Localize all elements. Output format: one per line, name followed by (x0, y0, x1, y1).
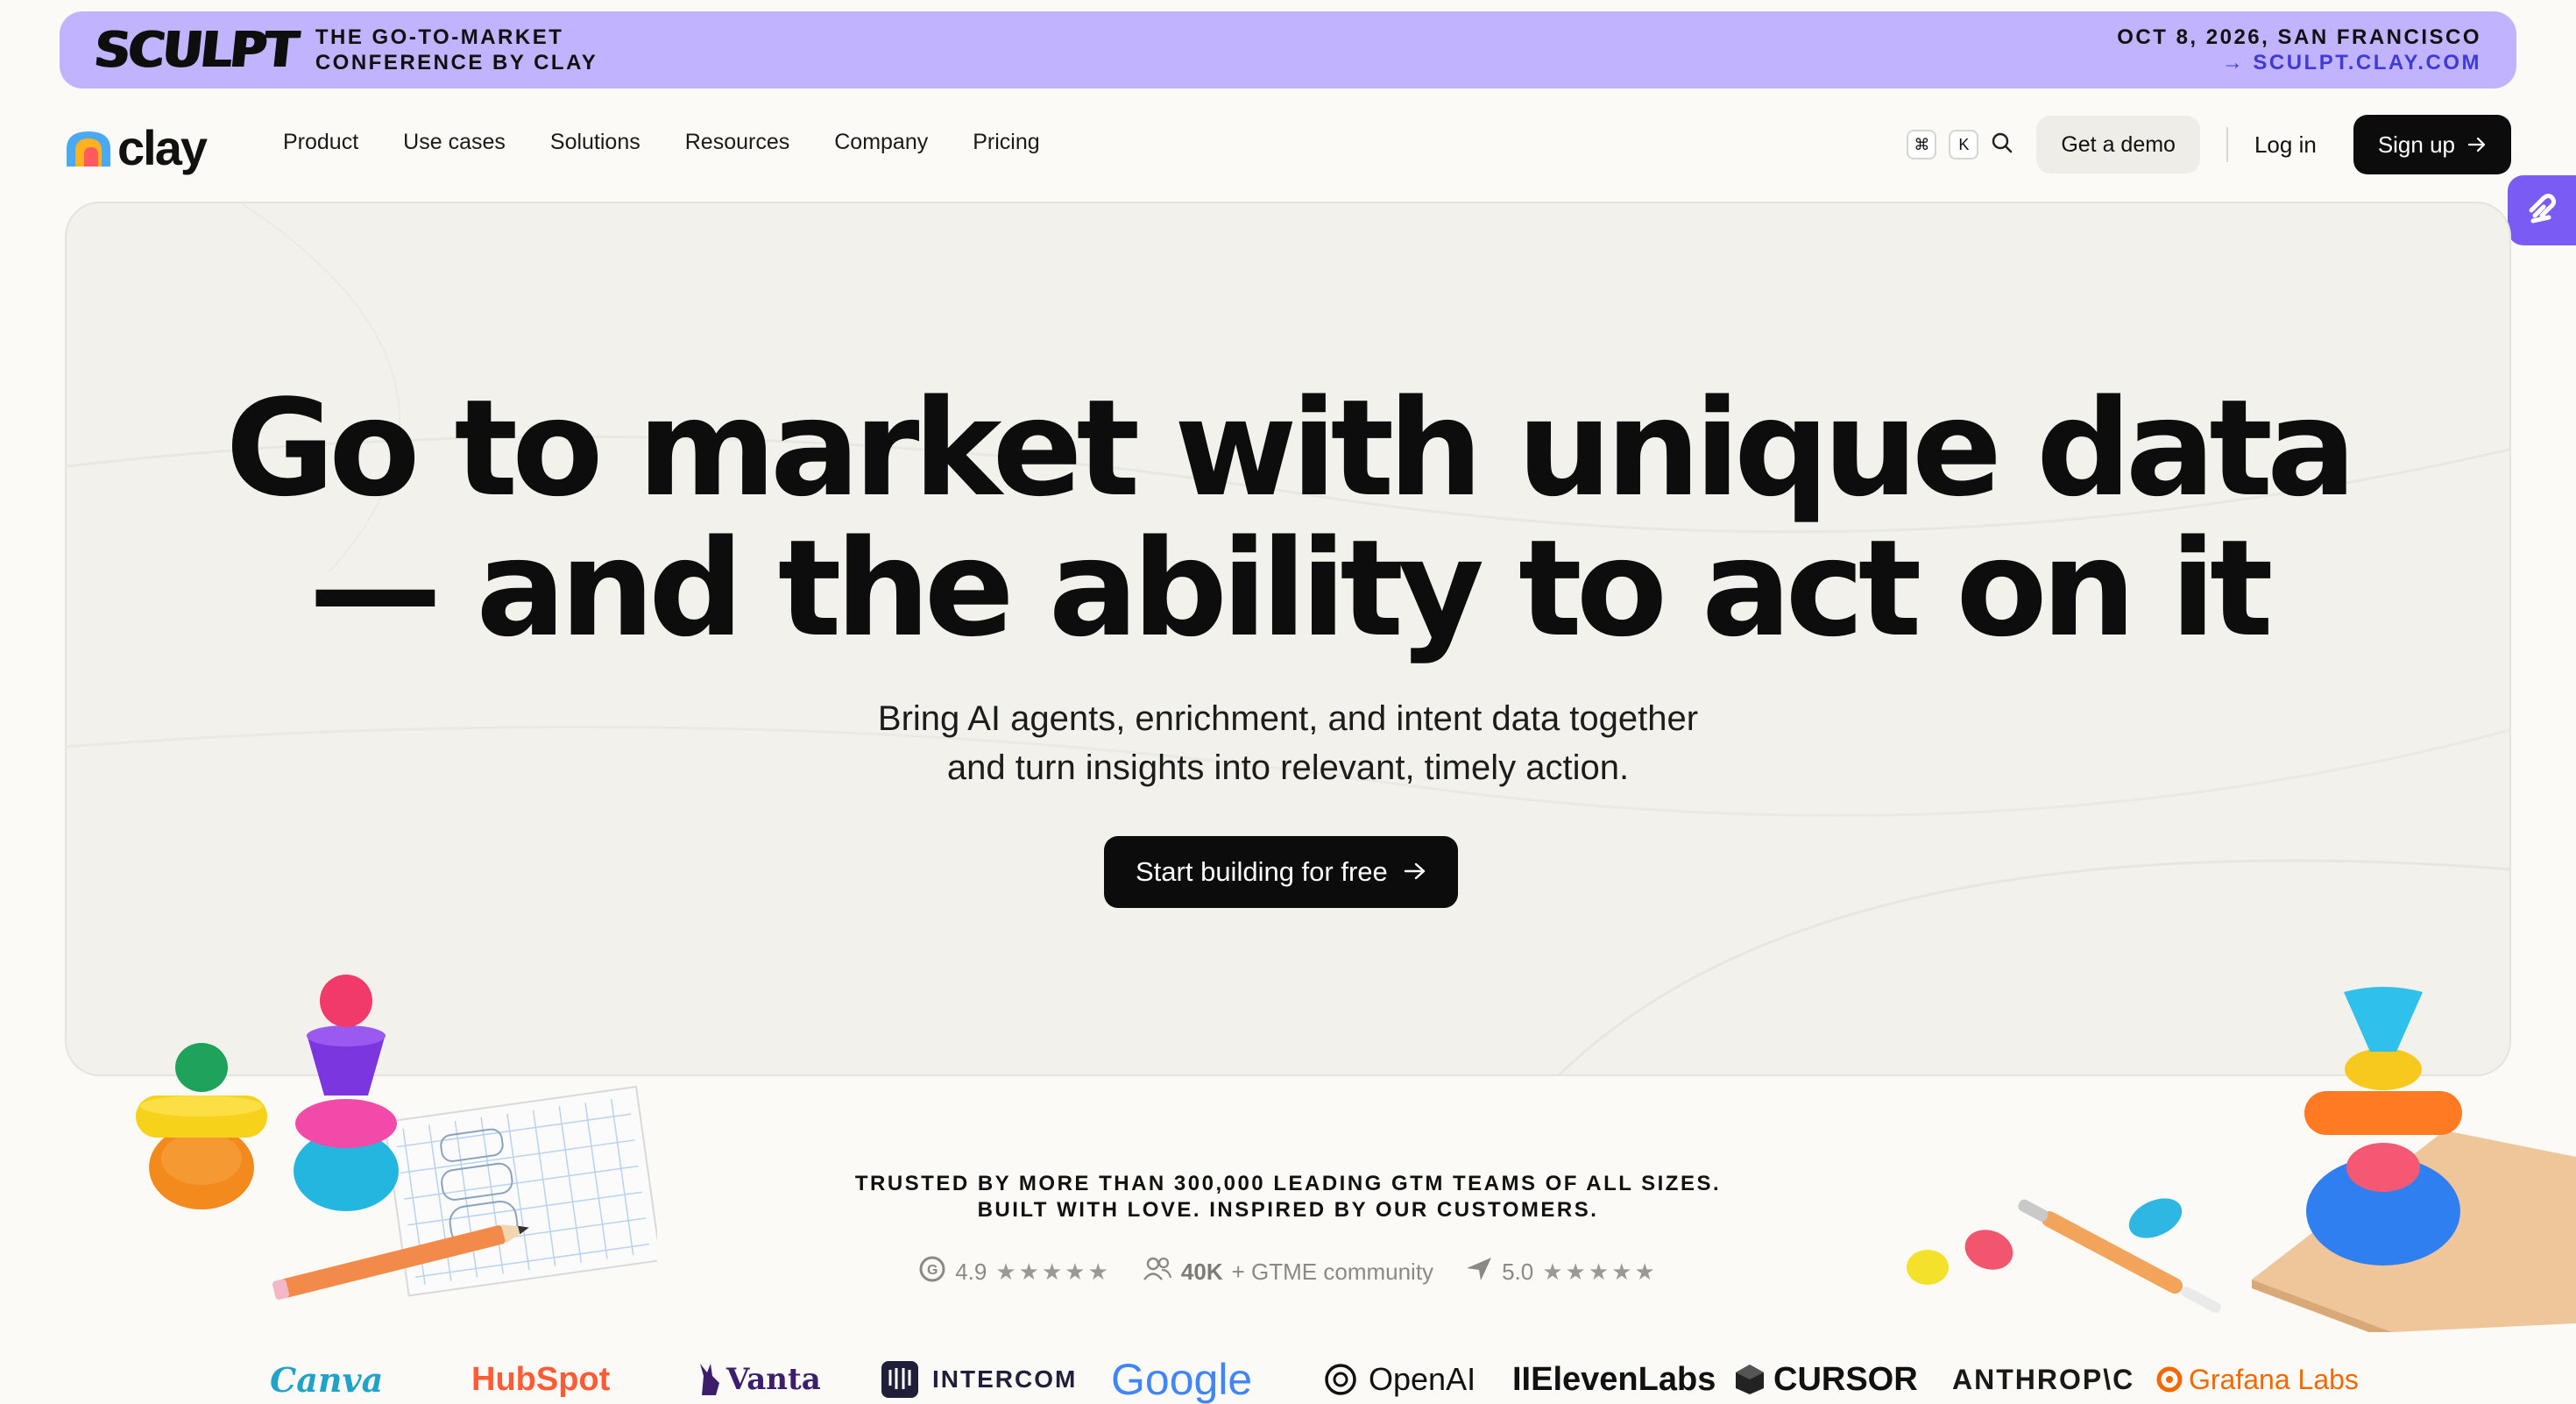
brand-name: clay (117, 120, 208, 175)
login-button[interactable]: Log in (2254, 131, 2317, 159)
clay-logo-icon (63, 128, 114, 168)
community-icon (1143, 1256, 1172, 1288)
logo-intercom: INTERCOM (880, 1355, 1077, 1404)
banner-left: SCULPT THE GO-TO-MARKET CONFERENCE BY CL… (91, 21, 598, 79)
customer-logos: Canva HubSpot Vanta INTERCOM Google Open… (0, 1355, 2576, 1404)
logo-vanta: Vanta (697, 1355, 821, 1404)
banner-tagline-line2: CONFERENCE BY CLAY (315, 51, 598, 74)
hero-sub-line1: Bring AI agents, enrichment, and intent … (877, 699, 1699, 738)
ratings-row: G 4.9 ★★★★★ 40K + GTME community 5.0 ★★★… (0, 1255, 2576, 1289)
logo-google: Google (1111, 1355, 1253, 1404)
arrow-right-icon (2467, 131, 2487, 159)
grafana-label: Grafana Labs (2189, 1363, 2359, 1395)
banner-link[interactable]: → SCULPT.CLAY.COM (2117, 50, 2481, 75)
banner-event-info: OCT 8, 2026, SAN FRANCISCO → SCULPT.CLAY… (2117, 25, 2481, 75)
hero-heading-line2: — and the ability to act on it (308, 511, 2273, 666)
community-label: + GTME community (1231, 1259, 1434, 1285)
conference-banner[interactable]: SCULPT THE GO-TO-MARKET CONFERENCE BY CL… (60, 11, 2516, 89)
capterra-icon (1465, 1256, 1493, 1288)
g2-icon: G (918, 1255, 946, 1289)
get-demo-button[interactable]: Get a demo (2036, 116, 2200, 174)
trust-statement: TRUSTED BY MORE THAN 300,000 LEADING GTM… (0, 1171, 2576, 1223)
nav-item-resources[interactable]: Resources (685, 130, 790, 155)
intercom-icon (881, 1361, 918, 1398)
intercom-label: INTERCOM (932, 1365, 1078, 1393)
banner-tagline-line1: THE GO-TO-MARKET (315, 25, 564, 49)
k-key-hint: K (1949, 130, 1979, 160)
nav-actions: ⌘ K Get a demo Log in Sign up (1907, 115, 2511, 174)
community-count: 40K (1180, 1259, 1223, 1285)
capterra-rating[interactable]: 5.0 ★★★★★ (1465, 1256, 1658, 1288)
cta-label: Start building for free (1136, 856, 1388, 887)
trust-line1: TRUSTED BY MORE THAN 300,000 LEADING GTM… (854, 1172, 1722, 1195)
chat-widget-tab[interactable] (2508, 175, 2576, 245)
vanta-label: Vanta (726, 1362, 821, 1397)
widget-logo-icon (2524, 191, 2559, 230)
sculpt-logo: SCULPT (91, 21, 300, 79)
community-stat[interactable]: 40K + GTME community (1143, 1256, 1433, 1288)
hero-subheading: Bring AI agents, enrichment, and intent … (67, 694, 2509, 792)
nav-item-solutions[interactable]: Solutions (550, 130, 640, 155)
vanta-rabbit-icon (700, 1364, 719, 1395)
signup-button[interactable]: Sign up (2353, 115, 2511, 174)
openai-icon (1325, 1364, 1356, 1395)
clay-logo[interactable]: clay (63, 119, 208, 176)
nav-links: Product Use cases Solutions Resources Co… (283, 130, 1085, 155)
cursor-label: CURSOR (1773, 1360, 1918, 1398)
capterra-rating-value: 5.0 (1502, 1259, 1534, 1285)
logo-hubspot: HubSpot (471, 1360, 611, 1398)
logo-elevenlabs: IIElevenLabs (1512, 1360, 1716, 1398)
logo-cursor: CURSOR (1733, 1355, 1918, 1404)
g2-rating-value: 4.9 (955, 1259, 987, 1285)
logo-openai: OpenAI (1321, 1355, 1476, 1404)
search-icon[interactable] (1991, 131, 2013, 159)
hero-heading-line1: Go to market with unique data (225, 371, 2356, 526)
start-building-button[interactable]: Start building for free (1104, 836, 1458, 908)
banner-date: OCT 8, 2026, SAN FRANCISCO (2117, 25, 2481, 49)
trust-line2: BUILT WITH LOVE. INSPIRED BY OUR CUSTOME… (977, 1198, 1599, 1222)
logo-grafana: Grafana Labs (2155, 1355, 2359, 1404)
arrow-right-icon (1404, 856, 1426, 888)
main-nav: clay Product Use cases Solutions Resourc… (0, 103, 2576, 188)
openai-label: OpenAI (1369, 1361, 1476, 1397)
banner-tagline: THE GO-TO-MARKET CONFERENCE BY CLAY (315, 25, 598, 75)
hero-section: Go to market with unique data — and the … (65, 202, 2511, 1076)
g2-stars: ★★★★★ (995, 1259, 1111, 1285)
nav-item-use-cases[interactable]: Use cases (403, 130, 506, 155)
cursor-cube-icon (1736, 1365, 1764, 1394)
hero-sub-line2: and turn insights into relevant, timely … (946, 748, 1630, 787)
nav-item-product[interactable]: Product (283, 130, 358, 155)
signup-label: Sign up (2377, 131, 2455, 158)
nav-item-pricing[interactable]: Pricing (973, 130, 1039, 155)
g2-rating[interactable]: G 4.9 ★★★★★ (918, 1255, 1111, 1289)
hero-heading: Go to market with unique data — and the … (67, 379, 2509, 659)
logo-anthropic: ANTHROP\C (1952, 1363, 2135, 1395)
svg-text:G: G (927, 1263, 938, 1278)
logo-canva: Canva (270, 1359, 384, 1400)
grafana-icon (2156, 1366, 2183, 1393)
command-key-hint: ⌘ (1907, 130, 1937, 160)
nav-divider (2226, 127, 2228, 162)
capterra-stars: ★★★★★ (1542, 1259, 1658, 1285)
nav-item-company[interactable]: Company (834, 130, 928, 155)
